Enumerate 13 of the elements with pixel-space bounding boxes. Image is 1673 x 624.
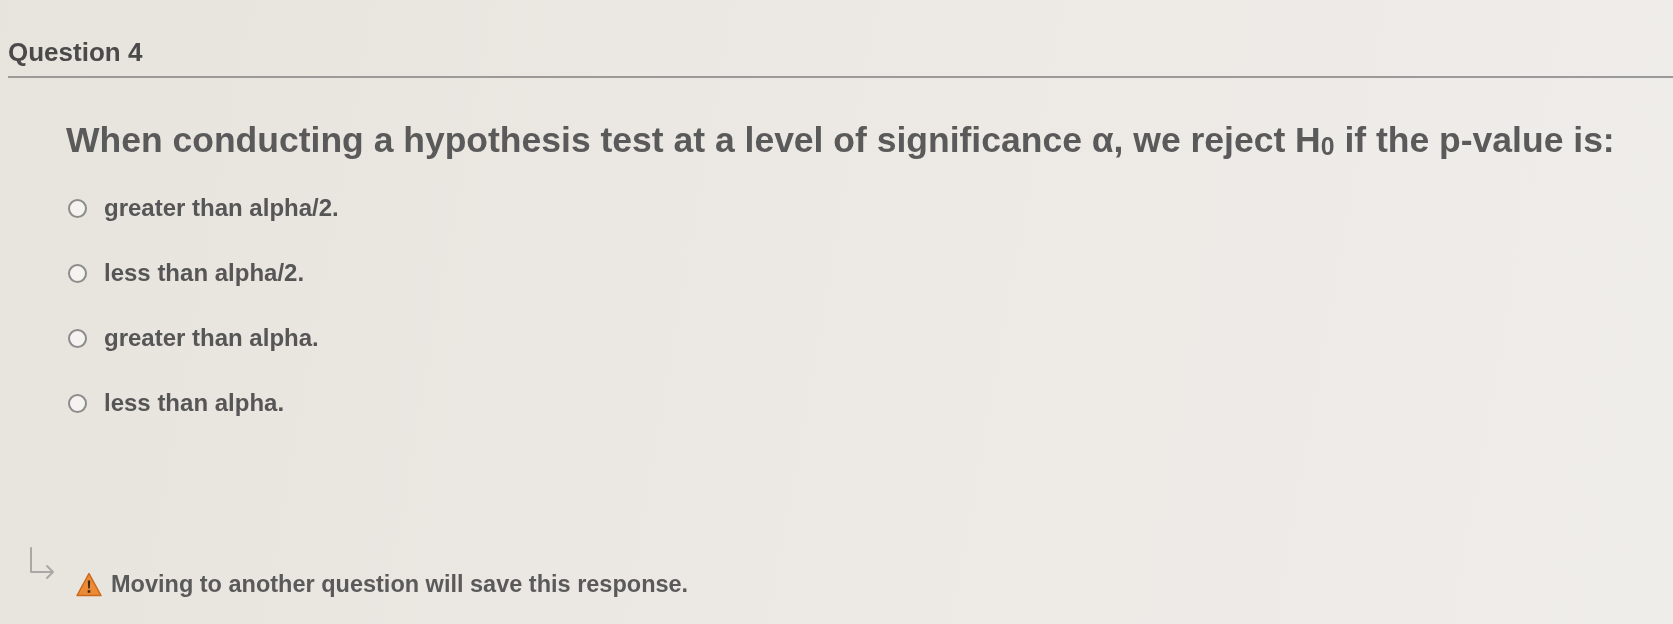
option-label[interactable]: greater than alpha/2.: [104, 193, 339, 223]
save-notice-text: Moving to another question will save this response.: [111, 569, 689, 598]
option-label[interactable]: greater than alpha.: [104, 323, 319, 353]
option-label[interactable]: less than alpha.: [104, 388, 285, 418]
radio-button[interactable]: [68, 328, 87, 348]
return-arrow-icon: [28, 546, 56, 581]
question-title: Question 4: [8, 36, 143, 68]
warning-icon: [76, 571, 102, 597]
radio-button[interactable]: [68, 198, 87, 218]
radio-button[interactable]: [68, 263, 87, 283]
option-label[interactable]: less than alpha/2.: [104, 258, 305, 288]
radio-button[interactable]: [68, 393, 87, 413]
question-text: When conducting a hypothesis test at a level of significance α, we reject H$_{0}$ if the p-value is:: [66, 119, 1615, 162]
